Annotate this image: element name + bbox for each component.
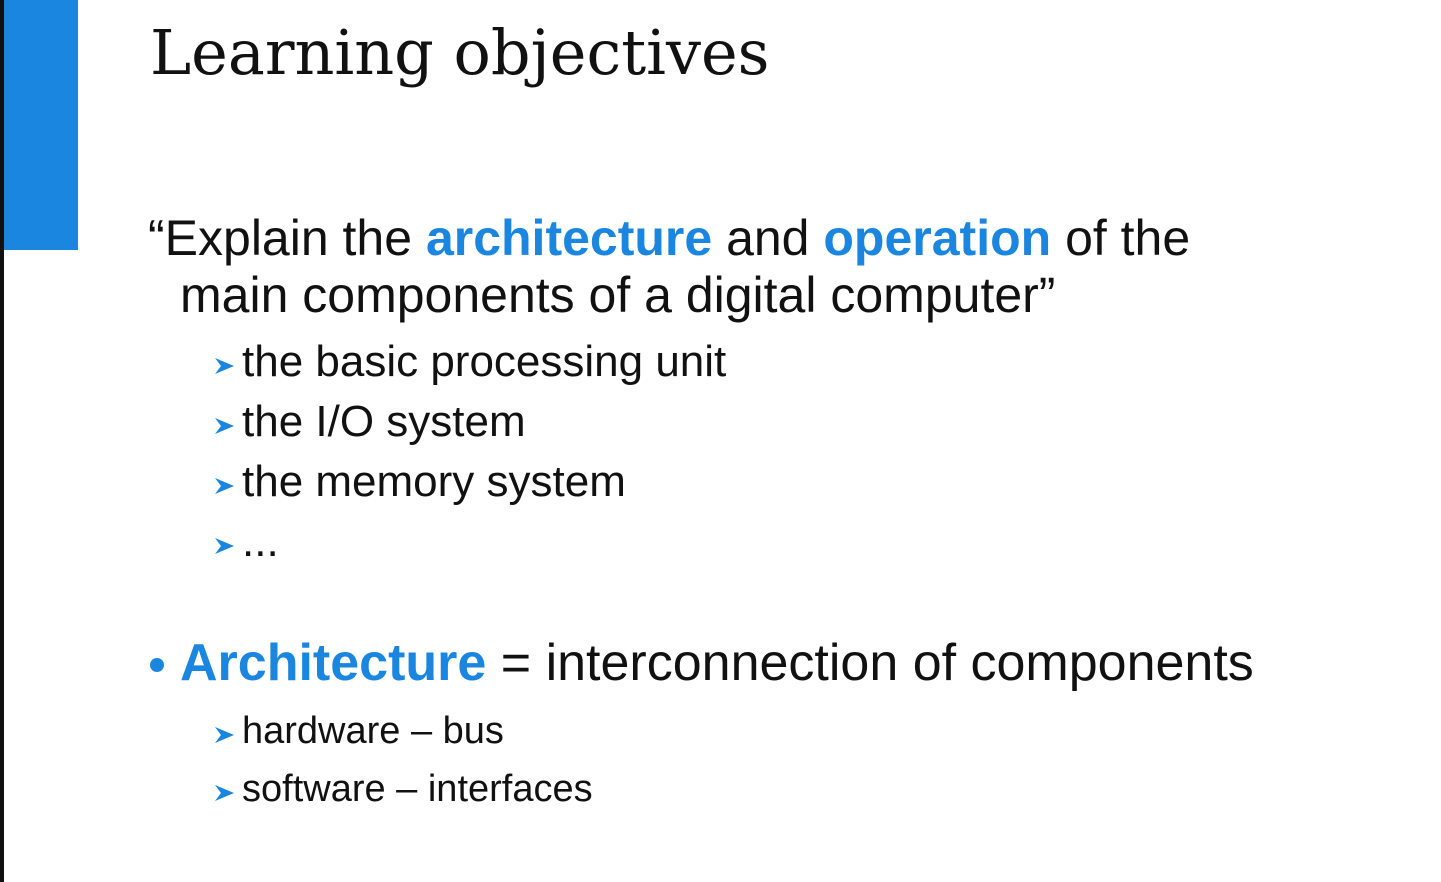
- sub-item-hardware-bus: hardware – bus: [212, 708, 504, 754]
- architecture-bullet: Architecture = interconnection of compon…: [150, 632, 1254, 694]
- quote-text-3: of the: [1051, 210, 1191, 266]
- arrow-bullet-icon: [212, 473, 238, 499]
- architecture-term: Architecture: [180, 634, 487, 692]
- highlight-architecture: architecture: [425, 210, 713, 266]
- arrow-bullet-icon: [212, 413, 238, 439]
- sub-item-label: hardware – bus: [242, 710, 504, 752]
- highlight-operation: operation: [823, 210, 1052, 266]
- arrow-bullet-icon: [212, 722, 238, 748]
- accent-bar: [4, 0, 78, 250]
- sub-item-label: the I/O system: [242, 397, 526, 446]
- arrow-bullet-icon: [212, 533, 238, 559]
- sub-item-software-interfaces: software – interfaces: [212, 766, 593, 812]
- sub-item-ellipsis: ...: [212, 516, 279, 568]
- objective-quote: “Explain the architecture and operation …: [148, 210, 1190, 324]
- slide: Learning objectives “Explain the archite…: [0, 0, 1441, 882]
- quote-text-1: Explain the: [164, 210, 426, 266]
- sub-item-io-system: the I/O system: [212, 396, 526, 448]
- sub-item-memory-system: the memory system: [212, 456, 626, 508]
- sub-item-label: the memory system: [242, 457, 626, 506]
- sub-item-label: software – interfaces: [242, 768, 593, 810]
- sub-item-label: the basic processing unit: [242, 337, 727, 386]
- architecture-definition: = interconnection of components: [486, 634, 1254, 692]
- slide-title: Learning objectives: [150, 16, 770, 89]
- dot-bullet-icon: [150, 658, 164, 672]
- sub-item-label: ...: [242, 517, 279, 566]
- sub-item-basic-processing-unit: the basic processing unit: [212, 336, 726, 388]
- arrow-bullet-icon: [212, 780, 238, 806]
- quote-open-mark: “: [148, 210, 165, 266]
- arrow-bullet-icon: [212, 353, 238, 379]
- quote-text-2: and: [712, 210, 824, 266]
- quote-line-2: main components of a digital computer”: [180, 267, 1056, 323]
